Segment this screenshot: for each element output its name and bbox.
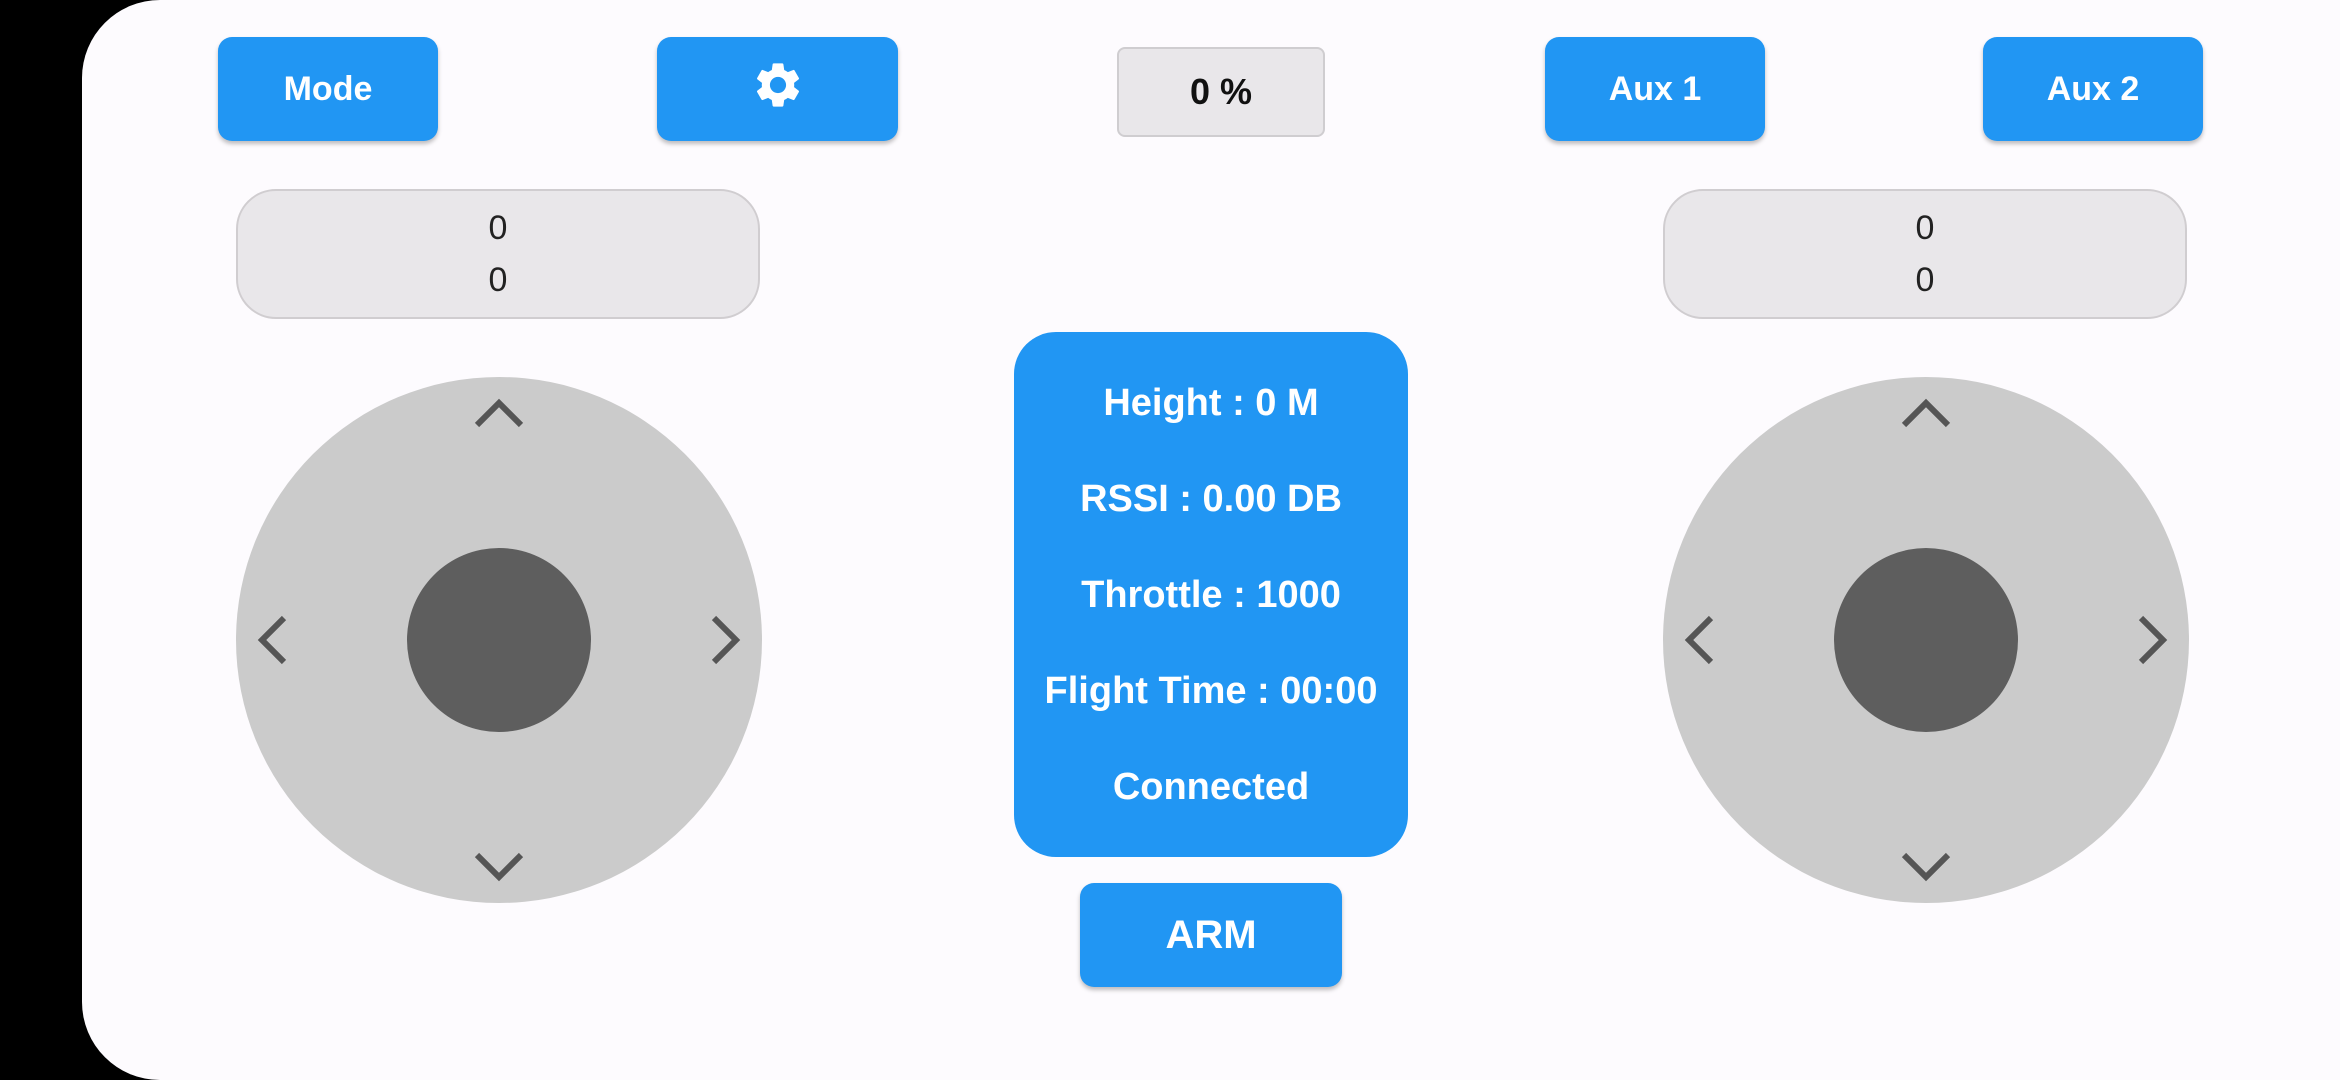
left-joystick[interactable] xyxy=(236,377,762,903)
rssi-readout: RSSI : 0.00 DB xyxy=(1080,477,1342,520)
right-joystick-knob[interactable] xyxy=(1834,548,2018,732)
right-stick-value-2: 0 xyxy=(1915,261,1935,299)
aux2-button[interactable]: Aux 2 xyxy=(1983,37,2203,141)
right-joystick[interactable] xyxy=(1663,377,2189,903)
height-readout: Height : 0 M xyxy=(1103,381,1319,424)
battery-indicator: 0 % xyxy=(1117,47,1325,137)
chevron-left-icon xyxy=(246,610,306,670)
chevron-right-icon xyxy=(2119,610,2179,670)
mode-button[interactable]: Mode xyxy=(218,37,438,141)
settings-button[interactable] xyxy=(657,37,898,141)
chevron-down-icon xyxy=(469,833,529,893)
chevron-up-icon xyxy=(469,387,529,447)
left-stick-readout: 0 0 xyxy=(236,189,760,319)
arm-button[interactable]: ARM xyxy=(1080,883,1342,987)
right-stick-value-1: 0 xyxy=(1915,209,1935,247)
chevron-left-icon xyxy=(1673,610,1733,670)
aux1-button[interactable]: Aux 1 xyxy=(1545,37,1765,141)
gear-icon xyxy=(751,58,805,121)
flight-time-readout: Flight Time : 00:00 xyxy=(1044,669,1378,712)
right-stick-readout: 0 0 xyxy=(1663,189,2187,319)
telemetry-panel: Height : 0 M RSSI : 0.00 DB Throttle : 1… xyxy=(1014,332,1408,857)
left-stick-value-2: 0 xyxy=(488,261,508,299)
chevron-right-icon xyxy=(692,610,752,670)
connection-status: Connected xyxy=(1112,765,1310,808)
left-stick-value-1: 0 xyxy=(488,209,508,247)
left-joystick-knob[interactable] xyxy=(407,548,591,732)
chevron-down-icon xyxy=(1896,833,1956,893)
throttle-readout: Throttle : 1000 xyxy=(1081,573,1341,616)
chevron-up-icon xyxy=(1896,387,1956,447)
